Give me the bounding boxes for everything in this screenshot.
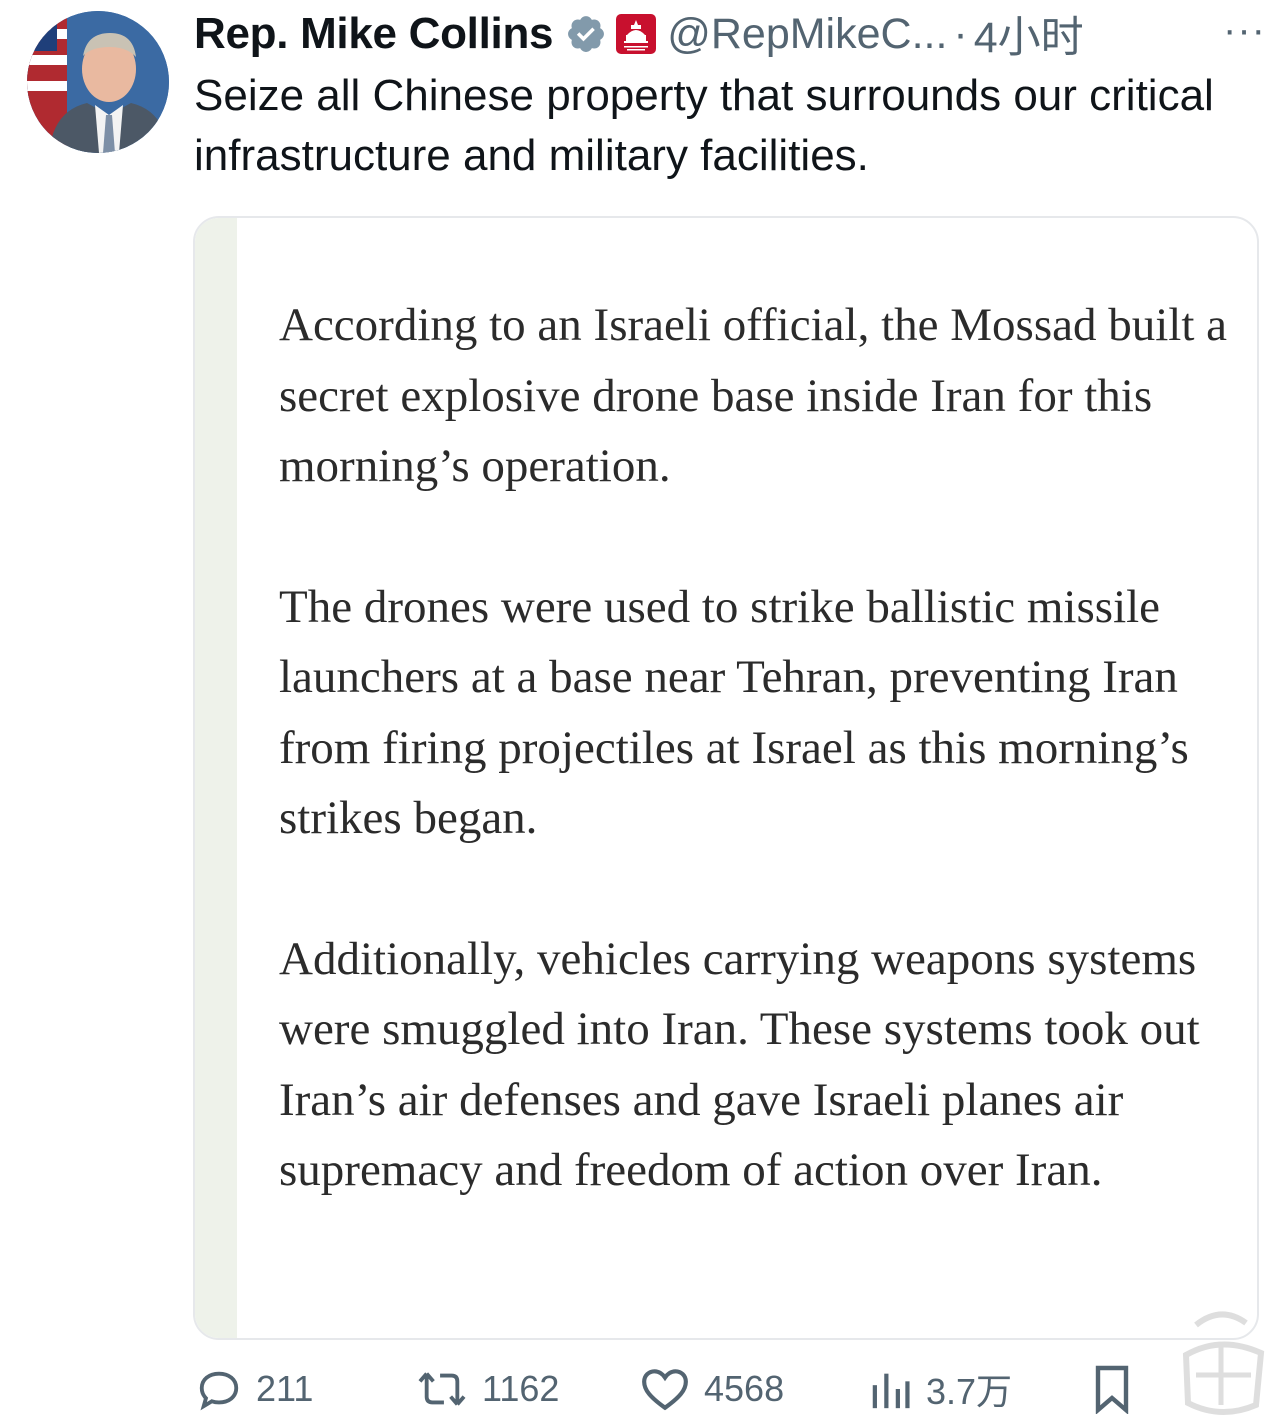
reply-icon — [199, 1371, 239, 1411]
reply-count: 211 — [256, 1368, 314, 1409]
house-gop-badge-icon[interactable] — [615, 13, 657, 55]
more-options-icon[interactable]: ··· — [1223, 8, 1266, 53]
profile-photo-icon — [27, 11, 169, 153]
author-handle[interactable]: @RepMikeC... — [667, 10, 947, 59]
view-count: 3.7万 — [926, 1371, 1013, 1412]
timestamp[interactable]: 4小时 — [974, 3, 1084, 65]
reply-button[interactable]: 211 — [196, 1354, 313, 1424]
article-paragraph: Additionally, vehicles carrying weapons … — [279, 932, 1200, 1197]
views-button[interactable]: 3.7万 — [868, 1354, 1012, 1424]
action-bar: 211 1162 4568 3.7万 — [0, 1354, 1284, 1424]
image-article-text: According to an Israeli official, the Mo… — [279, 290, 1239, 1276]
like-button[interactable]: 4568 — [640, 1354, 784, 1424]
article-paragraph: According to an Israeli official, the Mo… — [279, 299, 1228, 492]
like-count: 4568 — [704, 1368, 785, 1409]
bookmark-button[interactable] — [1092, 1354, 1146, 1424]
verified-badge-icon[interactable] — [565, 13, 607, 55]
tweet-text: Seize all Chinese property that surround… — [194, 71, 1214, 180]
separator-dot: · — [953, 9, 968, 58]
heart-icon — [642, 1369, 688, 1411]
author-name[interactable]: Rep. Mike Collins — [194, 9, 554, 59]
attached-image[interactable]: According to an Israeli official, the Mo… — [193, 216, 1259, 1340]
tweet-header: Rep. Mike Collins @RepMikeC... · 4小时 — [194, 6, 1274, 62]
watermark-logo-icon — [1182, 1311, 1265, 1416]
retweet-button[interactable]: 1162 — [416, 1354, 559, 1424]
bookmark-icon — [1095, 1365, 1129, 1414]
views-chart-icon — [872, 1373, 910, 1409]
quote-accent-strip — [195, 218, 237, 1338]
article-paragraph: The drones were used to strike ballistic… — [279, 580, 1189, 845]
retweet-count: 1162 — [482, 1368, 560, 1409]
retweet-icon — [418, 1372, 466, 1406]
avatar[interactable] — [27, 11, 169, 153]
